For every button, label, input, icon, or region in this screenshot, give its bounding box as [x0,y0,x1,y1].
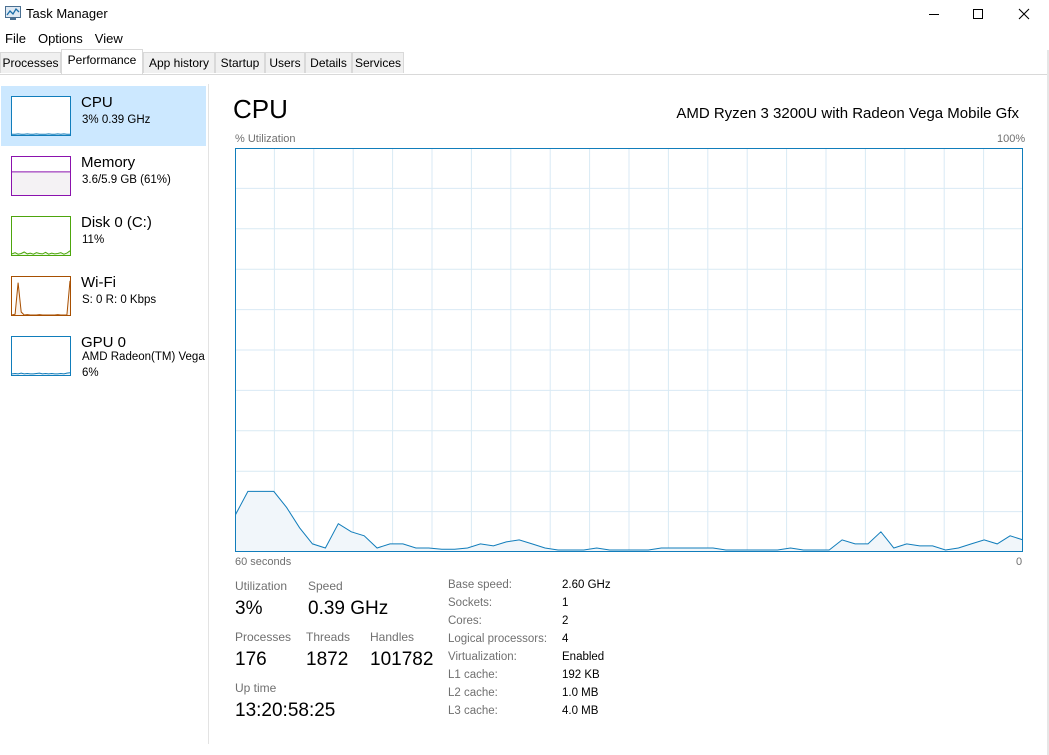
sidebar-item-detail: 3.6/5.9 GB (61%) [82,174,171,186]
title-bar[interactable]: Task Manager [0,0,1049,28]
handles-value: 101782 [370,649,434,670]
wifi-thumbnail-graph [11,276,71,316]
utilization-label: Utilization [235,579,288,593]
gpu-thumbnail-graph [11,336,71,376]
threads-value: 1872 [306,649,349,670]
sidebar-item-memory[interactable]: Memory 3.6/5.9 GB (61%) [1,146,206,206]
sidebar-item-gpu[interactable]: GPU 0 AMD Radeon(TM) Vega 6% [1,326,206,386]
spec-value: 1.0 MB [562,687,599,699]
uptime-value: 13:20:58:25 [235,700,336,721]
sidebar-item-detail: 11% [82,234,105,246]
sidebar-item-cpu[interactable]: CPU 3% 0.39 GHz [1,86,206,146]
thumbnail-line [11,280,71,316]
cpu-thumbnail-graph [11,96,71,136]
spec-value: 1 [562,597,569,609]
task-manager-app-icon [5,6,21,20]
minimize-button[interactable] [911,0,957,28]
menu-file[interactable]: File [0,29,33,49]
memory-thumbnail-graph [11,156,71,196]
sidebar-item-detail-2: 6% [82,367,99,379]
sidebar-item-label: CPU [81,94,113,111]
tab-processes[interactable]: Processes [0,52,61,73]
close-icon [1018,8,1030,20]
processes-label: Processes [235,630,292,644]
tab-startup[interactable]: Startup [215,52,265,73]
processes-value: 176 [235,649,267,670]
spec-label: L2 cache: [448,687,498,699]
minimize-icon [929,14,939,15]
thumbnail-border [11,336,71,376]
sidebar-item-label: GPU 0 [81,334,127,351]
spec-label: Logical processors: [448,633,548,645]
page-title: CPU [233,94,288,124]
x-axis-right-label: 0 [1016,556,1023,568]
tab-services[interactable]: Services [352,52,404,73]
thumbnail-line [11,372,71,375]
sidebar-item-detail: 3% 0.39 GHz [82,114,151,126]
threads-label: Threads [306,630,351,644]
thumbnail-border [11,216,71,256]
maximize-button[interactable] [955,0,1001,28]
menu-bar: File Options View [0,29,130,49]
spec-label: Virtualization: [448,651,517,663]
thumbnail-border [11,96,71,136]
cpu-model-name: AMD Ryzen 3 3200U with Radeon Vega Mobil… [676,105,1019,122]
sidebar-item-label: Wi-Fi [81,274,116,291]
menu-view[interactable]: View [90,29,130,49]
sidebar-item-label: Memory [81,154,136,171]
tab-performance[interactable]: Performance [61,49,143,74]
spec-label: Cores: [448,615,482,627]
x-axis-left-label: 60 seconds [235,556,292,568]
handles-label: Handles [370,630,415,644]
close-button[interactable] [1001,0,1047,28]
tab-app-history[interactable]: App history [143,52,215,73]
speed-value: 0.39 GHz [308,598,389,619]
spec-label: Base speed: [448,579,512,591]
speed-label: Speed [308,579,343,593]
spec-label: Sockets: [448,597,493,609]
utilization-value: 3% [235,598,263,619]
spec-label: L3 cache: [448,705,498,717]
window-title: Task Manager [26,6,108,21]
menu-options[interactable]: Options [33,29,90,49]
maximize-icon [973,9,983,19]
cpu-utilization-graph [235,148,1023,552]
spec-value: 4 [562,633,569,645]
spec-label: L1 cache: [448,669,498,681]
sidebar-item-label: Disk 0 (C:) [81,214,152,231]
spec-value: 2.60 GHz [562,579,611,591]
spec-value: 2 [562,615,569,627]
y-axis-label: % Utilization [235,133,296,145]
tab-strip: Processes Performance App history Startu… [0,49,1049,75]
spec-value: Enabled [562,651,605,663]
spec-value: 4.0 MB [562,705,599,717]
y-axis-max-label: 100% [997,133,1026,145]
sidebar-item-disk[interactable]: Disk 0 (C:) 11% [1,206,206,266]
sidebar-item-detail: S: 0 R: 0 Kbps [82,294,157,306]
memory-level-fill [12,171,70,195]
spec-value: 192 KB [562,669,600,681]
sidebar-item-detail: AMD Radeon(TM) Vega [82,351,205,363]
tab-users[interactable]: Users [265,52,305,73]
uptime-label: Up time [235,681,277,695]
performance-sidebar: CPU 3% 0.39 GHz Memory 3.6/5.9 GB (61%) … [0,84,209,744]
sidebar-item-wifi[interactable]: Wi-Fi S: 0 R: 0 Kbps [1,266,206,326]
tab-details[interactable]: Details [305,52,352,73]
disk-thumbnail-graph [11,216,71,256]
